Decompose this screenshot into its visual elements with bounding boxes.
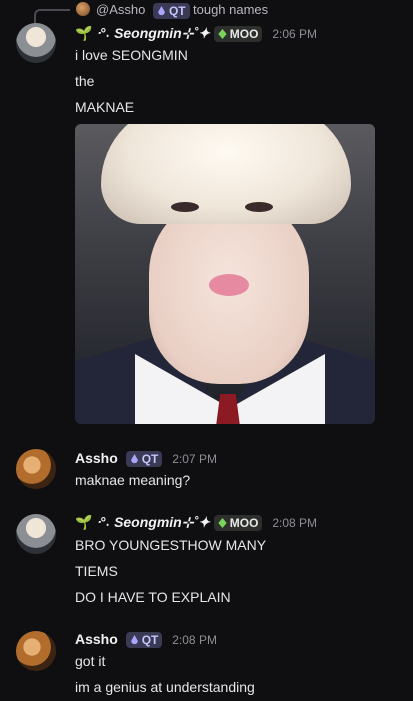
timestamp: 2:08 PM (172, 633, 217, 647)
seedling-icon: 🌱 (75, 25, 93, 41)
message-header: Assho QT 2:07 PM (75, 450, 217, 468)
author-name[interactable]: Assho (75, 450, 118, 466)
avatar[interactable] (16, 449, 56, 489)
message-line: TIEMS (75, 563, 118, 579)
reply-avatar[interactable] (76, 2, 90, 16)
message-line: DO I HAVE TO EXPLAIN (75, 589, 231, 605)
message-line: got it (75, 653, 106, 669)
timestamp: 2:06 PM (272, 27, 318, 41)
reply-author[interactable]: @Assho QT (96, 2, 190, 19)
purple-drop-icon (130, 454, 138, 464)
image-attachment[interactable] (75, 124, 375, 424)
purple-drop-icon (130, 635, 138, 645)
purple-drop-icon (158, 5, 165, 15)
moo-badge: MOO (213, 515, 263, 532)
qt-badge: QT (152, 2, 190, 19)
avatar[interactable] (16, 514, 56, 554)
reply-preview[interactable]: @Assho QT tough names (0, 0, 413, 25)
author-name[interactable]: Assho (75, 631, 118, 647)
moo-badge: MOO (213, 26, 263, 43)
message-line: the (75, 73, 95, 89)
seedling-icon: 🌱 (75, 514, 93, 530)
author-name[interactable]: ᐧ°˖ Seongmin⊹˚✦ (96, 25, 213, 41)
green-gem-icon (218, 518, 227, 529)
message-header: 🌱 ᐧ°˖ Seongmin⊹˚✦ MOO 2:08 PM (75, 514, 318, 532)
message-line: MAKNAE (75, 99, 135, 115)
message-header: Assho QT 2:08 PM (75, 631, 217, 649)
timestamp: 2:08 PM (272, 516, 318, 530)
qt-badge: QT (125, 632, 163, 649)
avatar[interactable] (16, 631, 56, 671)
qt-badge: QT (125, 451, 163, 468)
message-line: im a genius at understanding (75, 679, 255, 695)
timestamp: 2:07 PM (172, 452, 217, 466)
message-line: BRO YOUNGESTHOW MANY (75, 537, 267, 553)
message-header: 🌱 ᐧ°˖ Seongmin⊹˚✦ MOO 2:06 PM (75, 25, 318, 43)
author-name[interactable]: ᐧ°˖ Seongmin⊹˚✦ (96, 514, 213, 530)
reply-text: tough names (193, 2, 269, 17)
avatar[interactable] (16, 23, 56, 63)
message-line: maknae meaning? (75, 472, 191, 488)
green-gem-icon (218, 29, 227, 40)
message-line: i love SEONGMIN (75, 47, 188, 63)
